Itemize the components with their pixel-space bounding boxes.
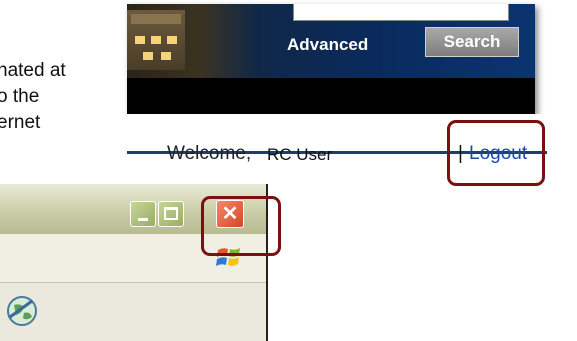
intro-text: nated at o the ernet xyxy=(0,58,128,136)
intro-line-2: o the xyxy=(0,86,40,107)
username-label: RC User xyxy=(267,145,333,164)
logout-highlight xyxy=(447,120,545,186)
globe-icon xyxy=(7,296,37,326)
intro-line-1: nated at xyxy=(0,60,66,81)
site-header: Advanced Search xyxy=(127,4,535,114)
site-banner: Advanced Search xyxy=(127,4,535,78)
house-image xyxy=(127,10,185,70)
maximize-icon xyxy=(164,207,178,220)
search-input[interactable] xyxy=(293,4,509,21)
search-button[interactable]: Search xyxy=(425,27,519,57)
minimize-icon xyxy=(138,218,148,221)
address-bar xyxy=(0,283,266,341)
maximize-button[interactable] xyxy=(158,201,184,227)
minimize-button[interactable] xyxy=(130,201,156,227)
intro-line-3: ernet xyxy=(0,112,41,133)
advanced-link[interactable]: Advanced xyxy=(287,35,368,55)
welcome-label: Welcome, xyxy=(167,143,252,164)
close-highlight xyxy=(201,196,281,256)
